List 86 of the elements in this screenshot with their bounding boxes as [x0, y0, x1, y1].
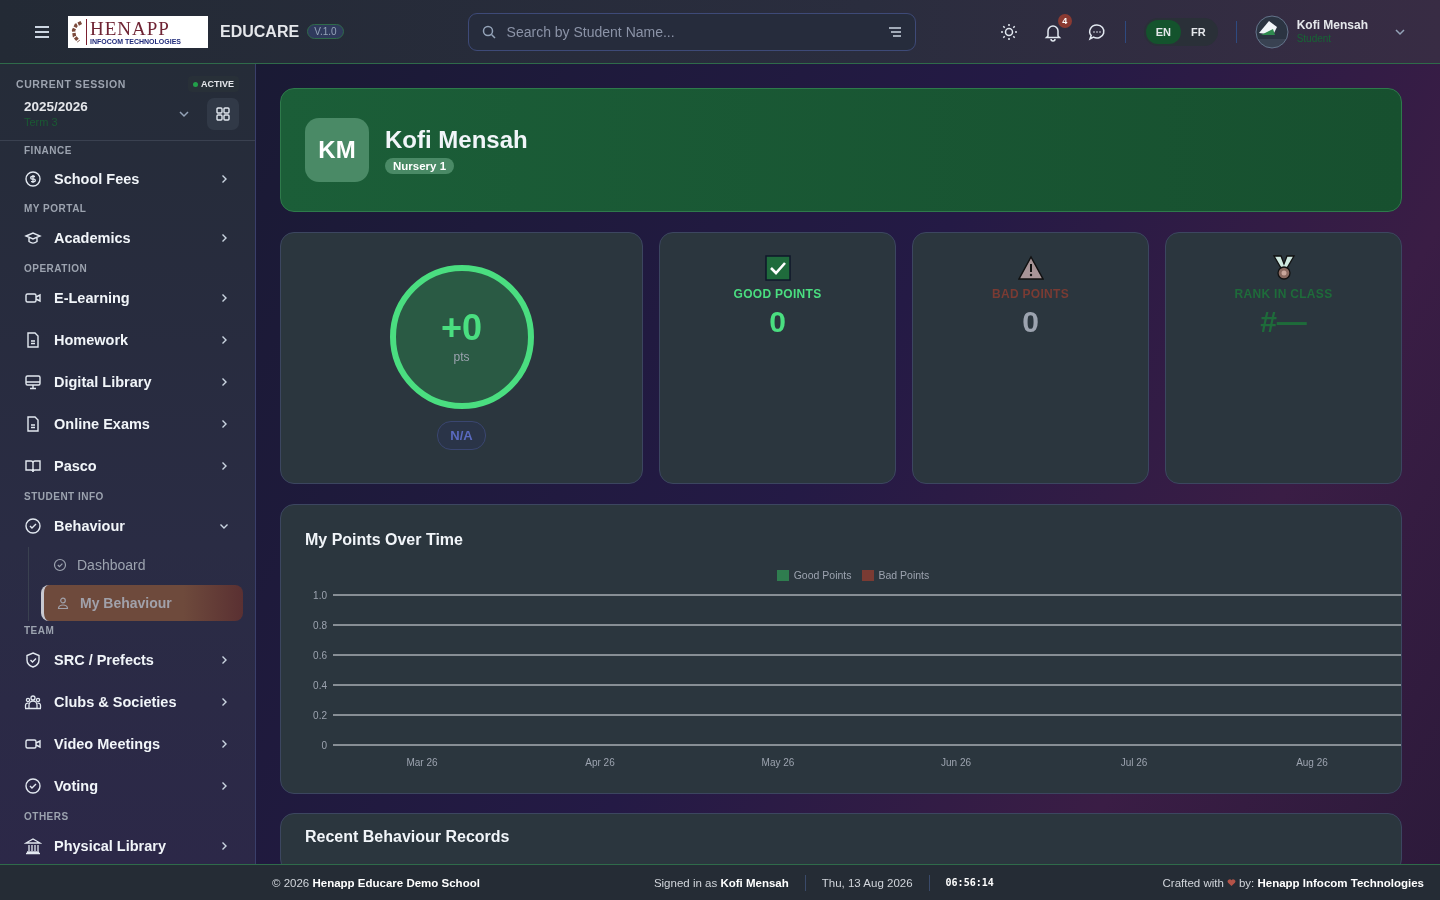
score-value: +0 — [440, 310, 482, 346]
stat-value: 0 — [1022, 307, 1039, 337]
records-title: Recent Behaviour Records — [305, 828, 511, 846]
section-heading: FINANCE — [24, 144, 73, 158]
date-text: Thu, 13 Aug 2026 — [821, 876, 913, 889]
x-tick-label: Mar 26 — [406, 757, 438, 768]
user-icon — [56, 596, 70, 610]
checkbox-icon — [764, 255, 791, 281]
grid-icon — [215, 106, 231, 122]
legend-item: Bad Points — [861, 569, 930, 581]
y-tick-label: 0.6 — [313, 649, 327, 661]
warning-icon — [1017, 255, 1044, 281]
y-tick-label: 0 — [321, 739, 327, 751]
section-heading: OPERATION — [24, 262, 89, 276]
monitor-icon — [24, 373, 42, 391]
doc-icon — [24, 415, 42, 433]
copyright-text: © 2026 Henapp Educare Demo School — [272, 876, 480, 889]
session-label: CURRENT SESSION — [16, 78, 126, 90]
section-heading: TEAM — [24, 624, 56, 638]
nav-item[interactable]: Homework — [24, 319, 243, 361]
cap-icon — [24, 229, 42, 247]
sun-icon[interactable] — [998, 21, 1019, 42]
language-toggle[interactable]: EN — [1145, 19, 1181, 44]
medal-icon — [1270, 255, 1297, 281]
y-tick-label: 1.0 — [313, 589, 327, 601]
y-tick-label: 0.2 — [313, 709, 327, 721]
nav-item[interactable]: Behaviour — [24, 505, 243, 547]
avatar-initials: KM — [305, 118, 369, 182]
stat-label: BAD POINTS — [992, 287, 1069, 301]
credit-prefix: Crafted with — [1162, 876, 1224, 889]
rating-badge: N/A — [437, 421, 486, 450]
x-tick-label: Jul 26 — [1120, 757, 1148, 768]
signed-in-text: Signed in as Kofi Mensah — [653, 876, 789, 889]
clock-text: 06:56:14 — [945, 877, 994, 888]
nav-item[interactable]: Voting — [24, 765, 243, 807]
check-icon — [24, 517, 42, 535]
search-input[interactable]: Search by Student Name... — [504, 22, 879, 41]
x-tick-label: Aug 26 — [1296, 757, 1328, 768]
nav-item[interactable]: Clubs & Societies — [24, 681, 243, 723]
language-toggle[interactable]: FR — [1181, 19, 1216, 44]
check-circle-icon — [53, 558, 67, 572]
doc-icon — [24, 331, 42, 349]
x-tick-label: Apr 26 — [585, 757, 615, 768]
nav-item[interactable]: Digital Library — [24, 361, 243, 403]
nav-item[interactable]: SRC / Prefects — [24, 639, 243, 681]
nav-item[interactable]: Pasco — [24, 445, 243, 487]
class-badge: Nursery 1 — [385, 158, 455, 174]
x-tick-label: May 26 — [761, 757, 795, 768]
book-icon — [24, 457, 42, 475]
version-badge: V.1.0 — [307, 24, 344, 39]
app-name: EDUCARE — [220, 22, 300, 41]
y-tick-label: 0.4 — [313, 679, 327, 691]
stat-value: 0 — [769, 307, 786, 337]
search-field[interactable]: Search by Student Name... — [467, 12, 916, 51]
search-icon — [480, 23, 497, 40]
nav-item[interactable]: School Fees — [24, 159, 243, 199]
grid-button[interactable] — [207, 98, 239, 130]
stat-value: #— — [1260, 307, 1307, 337]
user-name: Kofi Mensah — [1296, 18, 1368, 33]
nav-item[interactable]: Video Meetings — [24, 723, 243, 765]
score-unit: pts — [453, 350, 470, 364]
dollar-icon — [24, 170, 42, 188]
legend-item: Good Points — [776, 569, 852, 581]
y-tick-label: 0.8 — [313, 619, 327, 631]
chat-icon[interactable] — [1086, 21, 1107, 42]
x-tick-label: Jun 26 — [941, 757, 971, 768]
section-heading: MY PORTAL — [24, 202, 88, 216]
section-heading: OTHERS — [24, 810, 70, 824]
shield-icon — [24, 651, 42, 669]
stat-label: GOOD POINTS — [733, 287, 822, 301]
session-year: 2025/2026 — [24, 99, 88, 116]
student-name: Kofi Mensah — [385, 126, 528, 154]
people-icon — [24, 693, 42, 711]
nav-item[interactable]: Online Exams — [24, 403, 243, 445]
bank-icon — [24, 837, 42, 855]
chart-title: My Points Over Time — [305, 531, 464, 549]
nav-item[interactable]: Academics — [24, 217, 243, 259]
credit-text: by: Henapp Infocom Technologies — [1238, 876, 1424, 889]
nav-item[interactable]: Physical Library — [24, 825, 243, 867]
heart-icon — [1226, 878, 1236, 887]
nav-subitem[interactable]: Dashboard — [41, 547, 243, 583]
check-icon — [24, 777, 42, 795]
notification-count: 4 — [1057, 13, 1072, 28]
status-badge: ACTIVE — [188, 76, 239, 92]
nav-item[interactable]: E-Learning — [24, 277, 243, 319]
section-heading: STUDENT INFO — [24, 490, 105, 504]
